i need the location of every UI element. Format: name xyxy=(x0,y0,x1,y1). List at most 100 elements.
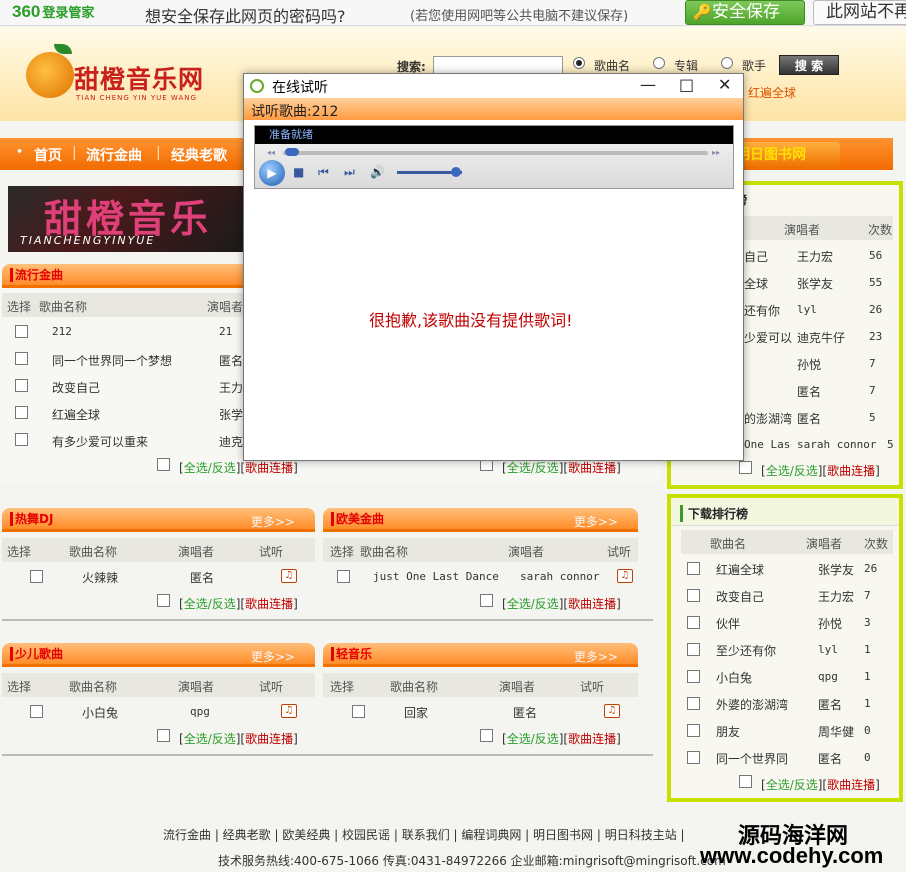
rank-song[interactable]: 全球 xyxy=(744,275,768,292)
song-checkbox[interactable] xyxy=(30,570,43,583)
song-name[interactable]: 有多少爱可以重来 xyxy=(52,433,148,450)
song-checkbox[interactable] xyxy=(687,697,700,710)
continuous-play-link[interactable]: 歌曲连播 xyxy=(568,461,616,475)
nav-mingri-books[interactable]: 明日图书网 xyxy=(730,142,840,168)
safe-save-button[interactable]: 🔑 安全保存 xyxy=(685,0,805,25)
volume-handle[interactable] xyxy=(451,167,461,177)
download-song[interactable]: 朋友 xyxy=(716,723,740,740)
song-name[interactable]: 红遍全球 xyxy=(52,406,100,423)
song-checkbox[interactable] xyxy=(687,589,700,602)
download-song[interactable]: 同一个世界同 xyxy=(716,750,788,767)
col-listen: 试听 xyxy=(607,545,632,559)
more-link[interactable]: 更多>> xyxy=(574,648,618,665)
song-checkbox[interactable] xyxy=(30,705,43,718)
password-save-bar: 360 登录管家 想安全保存此网页的密码吗? (若您使用网吧等公共电脑不建议保存)… xyxy=(0,0,906,26)
song-checkbox[interactable] xyxy=(337,570,350,583)
song-checkbox[interactable] xyxy=(15,325,28,338)
song-singer: 匿名 xyxy=(513,706,538,720)
select-all-checkbox[interactable] xyxy=(739,775,752,788)
download-song[interactable]: 红遍全球 xyxy=(716,561,764,578)
song-checkbox[interactable] xyxy=(15,406,28,419)
download-song[interactable]: 改变自己 xyxy=(716,588,764,605)
stop-icon[interactable]: ■ xyxy=(293,165,304,179)
rank-song[interactable]: 的澎湖湾 xyxy=(744,410,792,427)
headphone-icon[interactable]: ♫ xyxy=(281,569,297,583)
song-checkbox[interactable] xyxy=(352,705,365,718)
song-name[interactable]: 回家 xyxy=(404,704,428,721)
more-link[interactable]: 更多>> xyxy=(251,513,295,530)
song-checkbox[interactable] xyxy=(687,643,700,656)
select-all-link[interactable]: 全选/反选 xyxy=(184,732,236,746)
seek-handle[interactable] xyxy=(285,148,299,156)
close-icon[interactable]: ✕ xyxy=(718,75,731,94)
select-all-checkbox[interactable] xyxy=(157,594,170,607)
select-all-link[interactable]: 全选/反选 xyxy=(507,732,559,746)
download-song[interactable]: 至少还有你 xyxy=(716,642,776,659)
rank-count: 23 xyxy=(869,330,883,343)
maximize-icon[interactable]: □ xyxy=(679,75,694,94)
headphone-icon[interactable]: ♫ xyxy=(617,569,633,583)
continuous-play-link[interactable]: 歌曲连播 xyxy=(245,597,293,611)
song-checkbox[interactable] xyxy=(687,562,700,575)
rank-song[interactable]: One Las xyxy=(744,438,790,451)
song-checkbox[interactable] xyxy=(687,616,700,629)
select-all-link[interactable]: 全选/反选 xyxy=(507,461,559,475)
more-link[interactable]: 更多>> xyxy=(574,513,618,530)
select-all-link[interactable]: 全选/反选 xyxy=(184,461,236,475)
radio-singer[interactable] xyxy=(721,57,733,69)
select-all-link[interactable]: 全选/反选 xyxy=(766,778,818,792)
song-name[interactable]: 改变自己 xyxy=(52,379,100,396)
song-checkbox[interactable] xyxy=(687,724,700,737)
minimize-icon[interactable]: — xyxy=(640,75,656,94)
song-checkbox[interactable] xyxy=(687,670,700,683)
continuous-play-link[interactable]: 歌曲连播 xyxy=(245,461,293,475)
rank-song[interactable]: 自己 xyxy=(744,248,768,265)
select-all-checkbox[interactable] xyxy=(157,729,170,742)
continuous-play-link[interactable]: 歌曲连播 xyxy=(827,778,875,792)
play-icon[interactable]: ▶ xyxy=(259,160,285,186)
radio-album[interactable] xyxy=(653,57,665,69)
select-all-checkbox[interactable] xyxy=(739,461,752,474)
select-all-link[interactable]: 全选/反选 xyxy=(184,597,236,611)
song-name[interactable]: 同一个世界同一个梦想 xyxy=(52,352,172,369)
headphone-icon[interactable]: ♫ xyxy=(604,704,620,718)
download-song[interactable]: 伙伴 xyxy=(716,615,740,632)
previous-icon[interactable]: ⏮ xyxy=(318,165,329,180)
radio-song-name[interactable] xyxy=(573,57,585,69)
select-all-link[interactable]: 全选/反选 xyxy=(766,464,818,478)
continuous-play-link[interactable]: 歌曲连播 xyxy=(245,732,293,746)
continuous-play-link[interactable]: 歌曲连播 xyxy=(568,732,616,746)
song-checkbox[interactable] xyxy=(687,751,700,764)
nav-popular[interactable]: 流行金曲 xyxy=(86,145,142,165)
window-titlebar[interactable]: 在线试听 — □ ✕ xyxy=(244,74,743,98)
next-icon[interactable]: ⏭ xyxy=(344,165,355,180)
continuous-play-link[interactable]: 歌曲连播 xyxy=(568,597,616,611)
nav-classic[interactable]: 经典老歌 xyxy=(171,145,227,165)
song-name[interactable]: 212 xyxy=(52,325,72,338)
footer-links[interactable]: 流行金曲 | 经典老歌 | 欧美经典 | 校园民谣 | 联系我们 | 编程词典网… xyxy=(163,826,685,843)
continuous-play-link[interactable]: 歌曲连播 xyxy=(827,464,875,478)
song-name[interactable]: just One Last Dance xyxy=(373,570,499,583)
song-checkbox[interactable] xyxy=(15,433,28,446)
song-checkbox[interactable] xyxy=(15,379,28,392)
headphone-icon[interactable]: ♫ xyxy=(281,704,297,718)
select-all-link[interactable]: 全选/反选 xyxy=(507,597,559,611)
select-all-checkbox[interactable] xyxy=(480,729,493,742)
hot-search-link[interactable]: 红遍全球 xyxy=(748,84,796,101)
never-save-button[interactable]: 此网站不再 xyxy=(813,0,906,25)
search-button[interactable]: 搜 索 xyxy=(779,55,839,75)
nav-home[interactable]: 首页 xyxy=(34,145,62,165)
song-subtitle-bar: 试听歌曲:212 xyxy=(244,98,743,120)
rank-song[interactable]: 还有你 xyxy=(744,302,780,319)
volume-icon[interactable]: 🔊 xyxy=(370,165,385,179)
more-link[interactable]: 更多>> xyxy=(251,648,295,665)
rank-song[interactable]: 少爱可以 xyxy=(744,329,792,346)
select-all-checkbox[interactable] xyxy=(157,458,170,471)
seek-bar[interactable] xyxy=(283,151,708,155)
download-song[interactable]: 外婆的澎湖湾 xyxy=(716,696,788,713)
song-checkbox[interactable] xyxy=(15,352,28,365)
song-name[interactable]: 火辣辣 xyxy=(82,569,118,586)
select-all-checkbox[interactable] xyxy=(480,594,493,607)
song-name[interactable]: 小白兔 xyxy=(82,704,118,721)
download-song[interactable]: 小白兔 xyxy=(716,669,752,686)
